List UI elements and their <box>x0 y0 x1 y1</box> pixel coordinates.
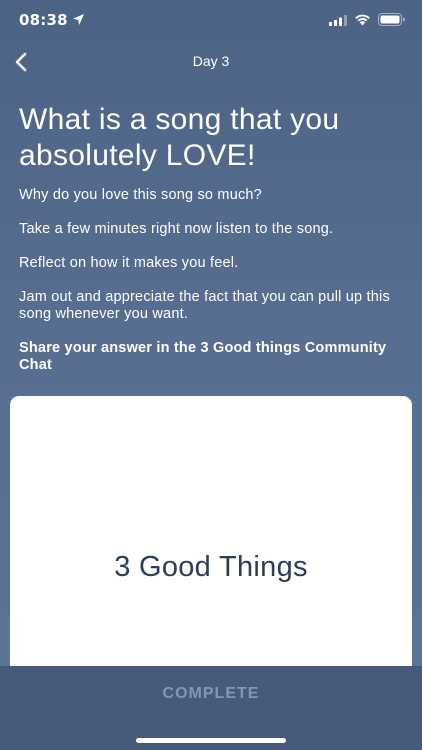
location-icon <box>73 14 84 25</box>
prompt-paragraph: Take a few minutes right now listen to t… <box>19 221 334 237</box>
prompt-headline: What is a song that you absolutely LOVE! <box>19 103 340 172</box>
share-text: Share your answer in the 3 Good things C… <box>19 340 387 373</box>
prompt-paragraph: Jam out and appreciate the fact that you… <box>19 289 390 322</box>
battery-icon <box>378 13 405 26</box>
card-title: 3 Good Things <box>114 551 308 583</box>
prompt-content: What is a song that you absolutely LOVE!… <box>19 102 404 391</box>
prompt-paragraph: Reflect on how it makes you feel. <box>19 255 239 271</box>
image-card: 3 Good Things <box>10 396 412 686</box>
home-indicator <box>136 738 286 743</box>
status-bar: 08:38 <box>0 0 422 44</box>
nav-title: Day 3 <box>192 53 230 69</box>
nav-bar: Day 3 <box>0 44 422 78</box>
wifi-icon <box>355 14 370 26</box>
status-time: 08:38 <box>19 11 68 29</box>
complete-button[interactable]: COMPLETE <box>0 666 422 722</box>
bottom-bar: COMPLETE <box>0 666 422 750</box>
signal-icon <box>329 15 347 26</box>
prompt-paragraph: Why do you love this song so much? <box>19 187 262 203</box>
